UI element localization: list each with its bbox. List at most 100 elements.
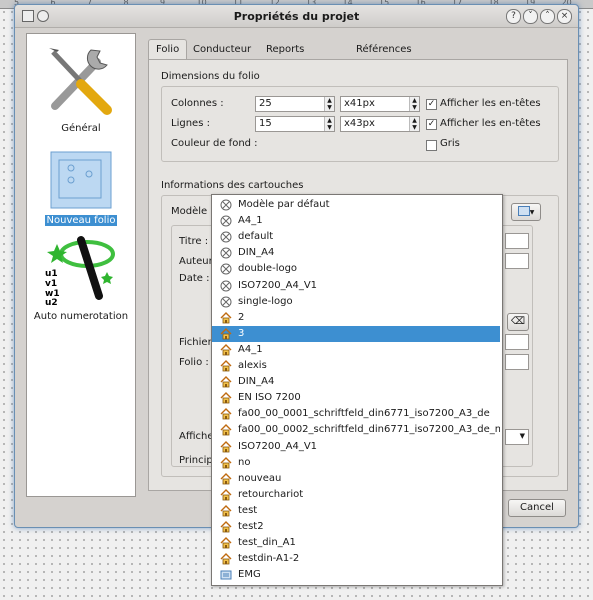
dropdown-item-label: retourchariot	[238, 488, 304, 500]
template-dropdown-list[interactable]: Modèle par défaut A4_1 default DIN_A4 double…	[211, 194, 503, 586]
dropdown-item-label: alexis	[238, 360, 267, 371]
chevron-down-icon: ▼	[519, 432, 525, 440]
svg-text:u1: u1	[45, 269, 58, 279]
dropdown-item[interactable]: test_din_A1	[212, 535, 500, 551]
gris-checkbox[interactable]	[426, 140, 437, 151]
template-list-icon	[517, 206, 530, 216]
lignes-headers-checkbox[interactable]: ✓	[426, 119, 437, 130]
afficher-combobox[interactable]: ▼	[505, 429, 529, 445]
minimize-button[interactable]: ˅	[523, 9, 538, 24]
close-button[interactable]: ×	[557, 9, 572, 24]
spin-arrows-icon[interactable]: ▲ ▼	[409, 117, 419, 131]
title-bar: Propriétés du projet ? ˅ ˄ ×	[15, 5, 578, 28]
dropdown-item[interactable]: default	[212, 229, 500, 245]
sidebar-item-label: Général	[61, 123, 101, 134]
dropdown-item[interactable]: 2	[212, 310, 500, 326]
svg-text:u2: u2	[45, 298, 58, 306]
dropdown-item-label: test	[238, 504, 258, 516]
dropdown-item[interactable]: Modèle par défaut	[212, 197, 500, 213]
colonnes-headers-checkbox[interactable]: ✓	[426, 99, 437, 110]
dropdown-item[interactable]: single-logo	[212, 294, 500, 310]
dropdown-item[interactable]: test	[212, 503, 500, 519]
lignes-size-value: x43px	[344, 118, 375, 129]
spin-arrows-icon[interactable]: ▲ ▼	[409, 97, 419, 111]
tab-folio[interactable]: Folio	[148, 39, 188, 60]
dropdown-item[interactable]: test2	[212, 519, 500, 535]
lignes-size-spinbox[interactable]: x43px ▲ ▼	[340, 116, 420, 132]
dropdown-item-label: test2	[238, 521, 264, 532]
cancel-button[interactable]: Cancel	[508, 499, 566, 517]
dropdown-item-label: single-logo	[238, 295, 293, 307]
modele-label: Modèle :	[171, 206, 214, 217]
dropdown-item-label: fa00_00_0002_schriftfeld_din6771_iso7200…	[238, 424, 500, 436]
dropdown-item[interactable]: ISO7200_A4_V1	[212, 439, 500, 455]
dropdown-item-label: testdin-A1-2	[238, 553, 300, 565]
sidebar-item-label: Nouveau folio	[44, 215, 118, 226]
dropdown-item[interactable]: double-logo	[212, 261, 500, 277]
dropdown-item[interactable]: 3	[212, 325, 500, 342]
sidebar: Général Nouveau folio u1 v1 w1 u2 Auto n…	[26, 33, 136, 497]
dropdown-item-label: DIN_A4	[238, 376, 275, 388]
dropdown-item[interactable]: retourchariot	[212, 487, 500, 503]
dropdown-item-label: nouveau	[238, 472, 282, 484]
colonnes-spinbox[interactable]: 25 ▲ ▼	[255, 96, 335, 112]
tools-icon	[49, 48, 112, 115]
dropdown-item-label: ISO7200_A4_V1	[238, 440, 318, 452]
dropdown-item-label: double-logo	[238, 263, 298, 275]
titre-label: Titre :	[179, 236, 209, 247]
dropdown-item[interactable]: A4_1	[212, 213, 500, 229]
dimensions-group-title: Dimensions du folio	[161, 71, 260, 82]
dropdown-item[interactable]: fa00_00_0001_schriftfeld_din6771_iso7200…	[212, 406, 500, 422]
dropdown-item-label: EN ISO 7200	[238, 392, 301, 404]
dropdown-item[interactable]: fa00_00_0002_schriftfeld_din6771_iso7200…	[212, 422, 500, 438]
folio-label: Folio :	[179, 357, 209, 368]
lignes-headers-label: Afficher les en-têtes	[440, 118, 541, 129]
dropdown-item[interactable]: nouveau	[212, 471, 500, 487]
auteur-input[interactable]	[505, 253, 529, 269]
spin-arrows-icon[interactable]: ▲ ▼	[324, 97, 334, 111]
magic-wand-icon: u1 v1 w1 u2	[45, 236, 115, 308]
sidebar-item-general[interactable]: Général	[27, 40, 135, 134]
lignes-spinbox[interactable]: 15 ▲ ▼	[255, 116, 335, 132]
template-menu-button[interactable]: ▼	[511, 203, 541, 221]
sidebar-item-nouveau-folio[interactable]: Nouveau folio	[27, 150, 135, 226]
dropdown-item[interactable]: EN ISO 7200	[212, 390, 500, 406]
dropdown-item[interactable]: ISO7200_A4_V1	[212, 278, 500, 294]
couleur-label: Couleur de fond :	[171, 138, 258, 149]
dropdown-item[interactable]: testdin-A1-2	[212, 551, 500, 567]
fichier-input[interactable]	[505, 334, 529, 350]
dropdown-item-label: Modèle par défaut	[238, 199, 330, 210]
colonnes-value: 25	[259, 98, 272, 109]
dropdown-item-label: no	[238, 456, 251, 468]
tab-references-croisees[interactable]: Références croisées	[348, 39, 420, 74]
help-button[interactable]: ?	[506, 9, 521, 24]
folio-icon	[50, 151, 112, 209]
dropdown-item-label: A4_1	[238, 343, 263, 355]
dropdown-item[interactable]: no	[212, 455, 500, 471]
dropdown-item[interactable]: EMG	[212, 567, 500, 583]
tab-reports-de-folio[interactable]: Reports de folio	[258, 39, 312, 74]
clear-date-button[interactable]: ⌫	[507, 313, 529, 331]
date-label: Date :	[179, 273, 210, 284]
maximize-button[interactable]: ˄	[540, 9, 555, 24]
colonnes-size-spinbox[interactable]: x41px ▲ ▼	[340, 96, 420, 112]
titre-input[interactable]	[505, 233, 529, 249]
colonnes-size-value: x41px	[344, 98, 375, 109]
colonnes-headers-label: Afficher les en-têtes	[440, 98, 541, 109]
dropdown-item-label: DIN_A4	[238, 247, 275, 259]
dropdown-item[interactable]: A4_1	[212, 342, 500, 358]
dropdown-item-label: A4_1	[238, 215, 263, 227]
tab-conducteur[interactable]: Conducteur	[185, 39, 259, 60]
sidebar-item-label: Auto numerotation	[33, 311, 129, 322]
clear-icon: ⌫	[510, 316, 526, 327]
dropdown-item-label: test_din_A1	[238, 537, 296, 549]
dropdown-item[interactable]: alexis	[212, 358, 500, 374]
dropdown-item-label: 2	[238, 311, 245, 323]
sidebar-item-auto-numerotation[interactable]: u1 v1 w1 u2 Auto numerotation	[27, 232, 135, 322]
dropdown-item-label: default	[238, 231, 274, 243]
folio-input[interactable]	[505, 354, 529, 370]
dropdown-item-label: fa00_00_0001_schriftfeld_din6771_iso7200…	[238, 408, 490, 420]
dropdown-item[interactable]: DIN_A4	[212, 245, 500, 261]
dropdown-item[interactable]: DIN_A4	[212, 374, 500, 390]
spin-arrows-icon[interactable]: ▲ ▼	[324, 117, 334, 131]
